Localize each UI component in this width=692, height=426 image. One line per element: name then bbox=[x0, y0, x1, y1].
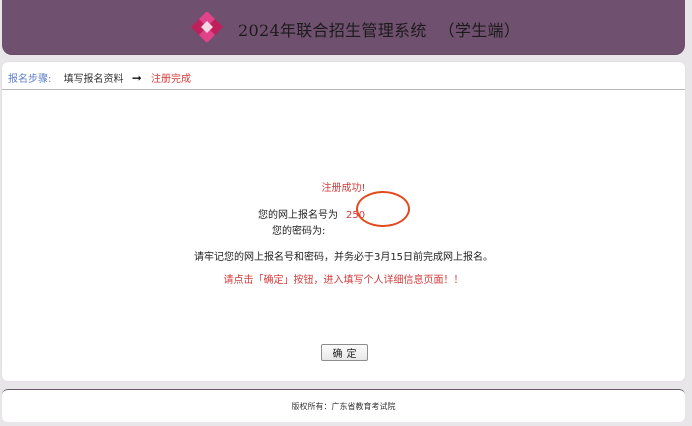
confirm-button[interactable]: 确定 bbox=[321, 344, 368, 361]
step-fill-form: 填写报名资料 bbox=[63, 74, 124, 85]
steps-label: 报名步骤: bbox=[8, 74, 52, 85]
registration-number-label: 您的网上报名号为 bbox=[258, 210, 338, 221]
password-line: 您的密码为: bbox=[272, 222, 325, 237]
registration-number-value: 250 bbox=[346, 210, 366, 221]
system-subtitle: （学生端） bbox=[438, 21, 521, 40]
step-registration-complete: 注册完成 bbox=[151, 74, 191, 85]
copyright-text: 版权所有：广东省教育考试院 bbox=[291, 402, 396, 411]
registration-number-line: 您的网上报名号为 250 bbox=[258, 206, 365, 221]
steps-divider bbox=[2, 89, 685, 90]
confirm-instruction: 请点击「确定」按钮，进入填写个人详细信息页面！！ bbox=[223, 275, 464, 286]
page-frame: 2024年联合招生管理系统 （学生端） 报名步骤: 填写报名资料 ➞ 注册完成 注… bbox=[0, 0, 692, 426]
page-title: 2024年联合招生管理系统 （学生端） bbox=[238, 17, 520, 41]
diamond-logo-icon bbox=[191, 12, 223, 42]
top-header: 2024年联合招生管理系统 （学生端） bbox=[2, 0, 685, 55]
success-message: 注册成功! bbox=[321, 183, 366, 194]
step-arrow-icon: ➞ bbox=[131, 70, 142, 85]
system-title: 2024年联合招生管理系统 bbox=[238, 21, 427, 40]
registration-result-panel: 报名步骤: 填写报名资料 ➞ 注册完成 注册成功! 您的网上报名号为 250 您的… bbox=[2, 62, 685, 381]
password-label: 您的密码为: bbox=[272, 226, 326, 237]
registration-steps: 报名步骤: 填写报名资料 ➞ 注册完成 bbox=[8, 70, 191, 86]
page-footer: 版权所有：广东省教育考试院 bbox=[2, 389, 685, 422]
registration-reminder: 请牢记您的网上报名号和密码，并务必于3月15日前完成网上报名。 bbox=[193, 252, 494, 263]
